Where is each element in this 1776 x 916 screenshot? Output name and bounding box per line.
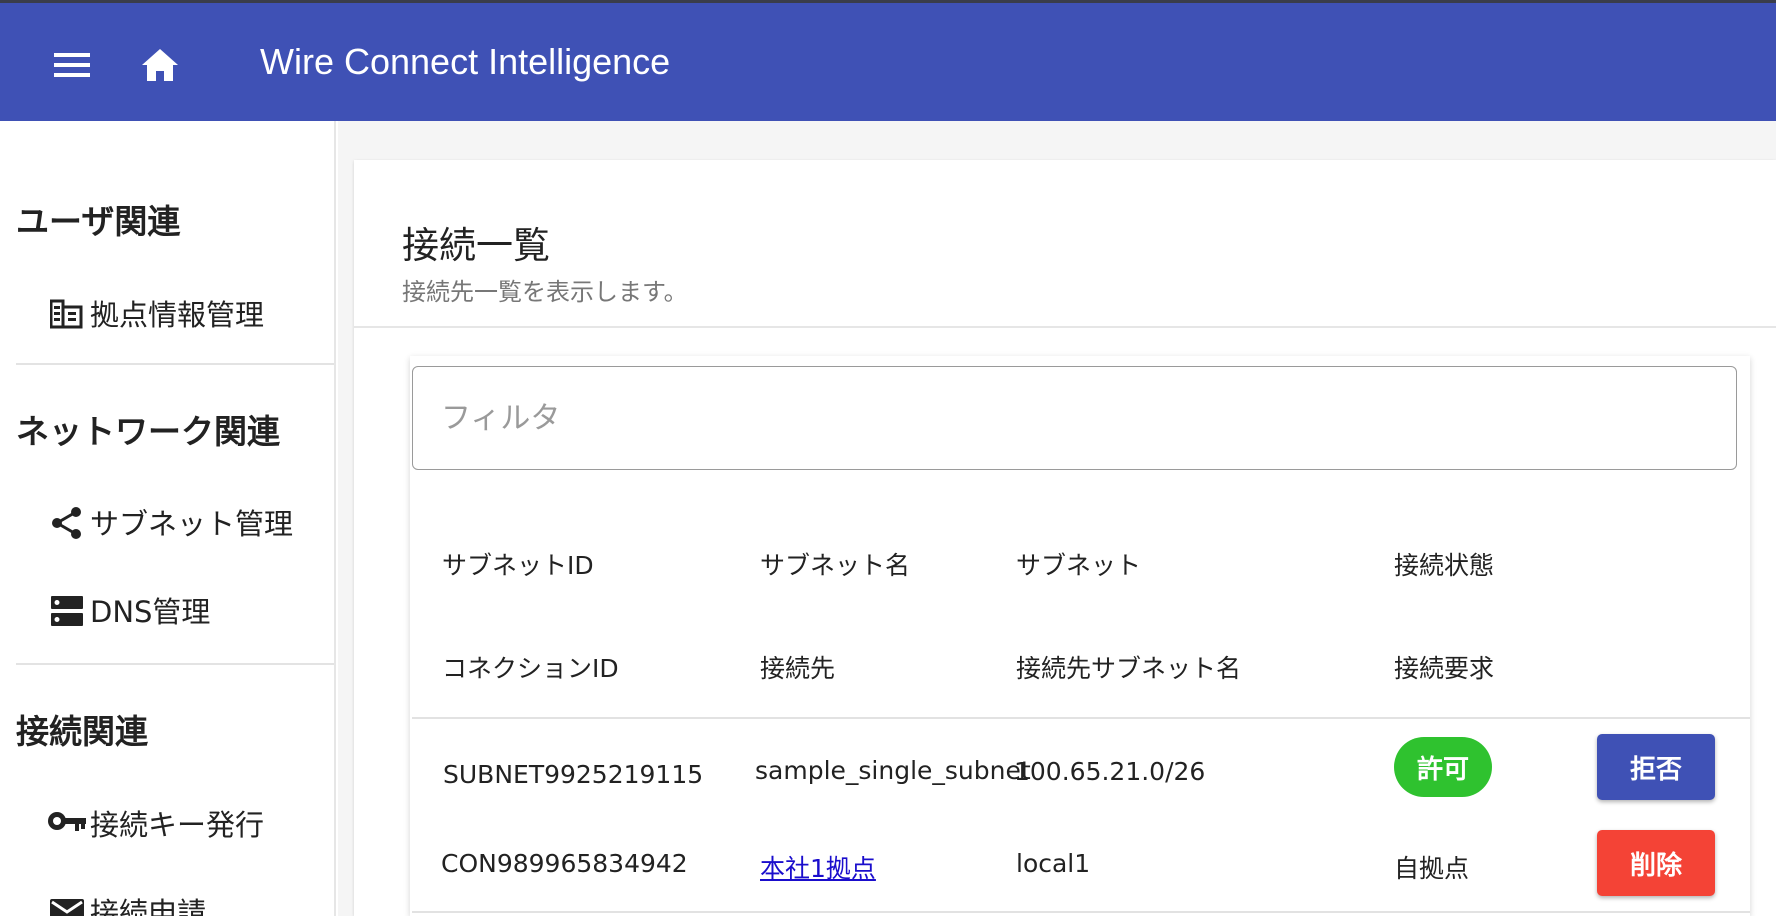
- header-subnet-id: サブネットID: [442, 551, 594, 580]
- header-destination: 接続先: [760, 654, 836, 683]
- table-header-divider: [412, 717, 1750, 719]
- sidebar-item-label: 接続キー発行: [90, 808, 265, 842]
- table-row-divider: [412, 911, 1750, 913]
- cell-connection-request: 自拠点: [1394, 854, 1470, 883]
- destination-link[interactable]: 本社1拠点: [760, 849, 876, 885]
- filter-input[interactable]: [412, 366, 1737, 470]
- header-subnet: サブネット: [1016, 551, 1142, 580]
- delete-button[interactable]: 削除: [1597, 830, 1715, 896]
- header-connection-id: コネクションID: [442, 654, 619, 683]
- sidebar-item-label: DNS管理: [90, 595, 211, 629]
- header-destination-subnet-name: 接続先サブネット名: [1016, 654, 1242, 683]
- home-button[interactable]: [132, 39, 188, 91]
- sidebar-divider: [16, 363, 334, 365]
- dns-icon: [46, 590, 88, 632]
- menu-button[interactable]: [44, 41, 100, 89]
- mail-icon: [46, 891, 88, 916]
- sidebar-item-connection-key[interactable]: 接続キー発行: [46, 795, 264, 845]
- section-heading-connection: 接続関連: [16, 712, 148, 751]
- deny-button[interactable]: 拒否: [1597, 734, 1715, 800]
- page-title: 接続一覧: [402, 224, 550, 267]
- sidebar-item-dns[interactable]: DNS管理: [46, 582, 210, 632]
- app-bar: Wire Connect Intelligence: [0, 3, 1776, 121]
- cell-connection-id: CON989965834942: [441, 849, 688, 878]
- section-heading-network: ネットワーク関連: [16, 412, 280, 451]
- home-icon: [142, 49, 178, 81]
- cell-subnet-name: sample_single_subnet: [755, 756, 1031, 785]
- status-badge: 許可: [1394, 737, 1492, 797]
- app-title: Wire Connect Intelligence: [260, 41, 671, 82]
- section-heading-user: ユーザ関連: [16, 202, 181, 241]
- sidebar-item-subnet[interactable]: サブネット管理: [46, 494, 293, 544]
- sidebar-item-label: サブネット管理: [90, 507, 294, 541]
- header-connection-request: 接続要求: [1394, 654, 1495, 683]
- cell-subnet-id: SUBNET9925219115: [443, 760, 704, 789]
- share-icon: [46, 502, 88, 544]
- sidebar-item-label: 拠点情報管理: [90, 298, 265, 332]
- cell-subnet: 100.65.21.0/26: [1014, 757, 1206, 786]
- card-divider: [354, 326, 1776, 328]
- menu-icon: [54, 53, 90, 77]
- sidebar-divider: [16, 663, 334, 665]
- key-icon: [46, 803, 88, 845]
- header-connection-status: 接続状態: [1394, 551, 1495, 580]
- header-subnet-name: サブネット名: [760, 551, 911, 580]
- cell-destination-subnet-name: local1: [1016, 849, 1091, 878]
- page-subtitle: 接続先一覧を表示します。: [402, 278, 688, 306]
- building-icon: [46, 293, 88, 335]
- sidebar-item-label: 接続申請: [90, 896, 207, 916]
- sidebar-item-connection-request[interactable]: 接続申請: [46, 883, 206, 916]
- sidebar-item-site-info[interactable]: 拠点情報管理: [46, 285, 264, 335]
